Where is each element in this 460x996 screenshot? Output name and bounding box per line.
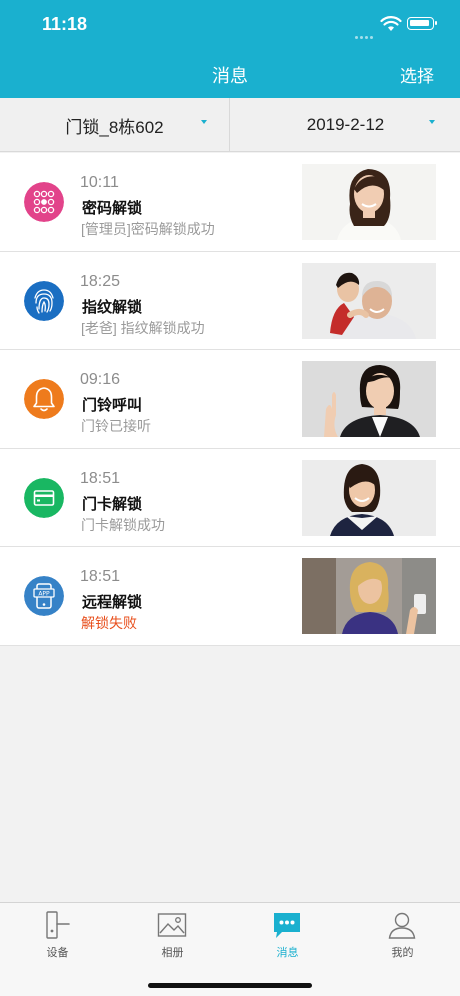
message-time: 09:16	[80, 371, 121, 388]
message-type: 远程解锁	[82, 594, 143, 611]
businesswoman-photo[interactable]	[302, 361, 436, 437]
photo-album-icon	[157, 913, 187, 937]
tab-messages[interactable]: 消息	[230, 903, 345, 967]
message-time: 18:25	[80, 272, 121, 290]
select-button[interactable]: 选择	[400, 62, 434, 87]
tab-bar: 设备 相册 消息 我的	[0, 902, 460, 996]
message-time: 18:51	[80, 469, 121, 487]
woman-phone-photo[interactable]	[302, 558, 436, 634]
message-description: 门铃已接听	[81, 418, 151, 434]
status-bar: 11:18	[0, 0, 460, 48]
date-filter-dropdown[interactable]: 2019-2-12	[231, 98, 460, 152]
chat-bubble-icon	[274, 913, 300, 938]
message-row[interactable]: 18:25 指纹解锁 [老爸] 指纹解锁成功	[0, 252, 460, 350]
tab-device[interactable]: 设备	[0, 903, 115, 967]
card-icon	[24, 477, 64, 518]
navigation-bar: 消息 选择	[0, 48, 460, 98]
tab-profile[interactable]: 我的	[345, 903, 460, 967]
message-row[interactable]: 09:16 门铃呼叫 门铃已接听	[0, 350, 460, 449]
door-lock-icon	[46, 911, 70, 939]
tab-album[interactable]: 相册	[115, 903, 230, 967]
tab-label: 设备	[46, 947, 69, 959]
message-description: [老爸] 指纹解锁成功	[81, 319, 205, 336]
home-indicator	[148, 983, 312, 988]
date-filter-label: 2019-2-12	[306, 115, 385, 134]
person-icon	[388, 912, 416, 939]
message-row[interactable]: 18:51 门卡解锁 门卡解锁成功	[0, 449, 460, 547]
tab-label: 我的	[391, 947, 414, 959]
message-description: 门卡解锁成功	[81, 516, 165, 533]
svg-text:APP: APP	[38, 591, 50, 598]
message-list: 10:11 密码解锁 [管理员]密码解锁成功 18:25 指纹解锁 [老爸] 指…	[0, 153, 460, 646]
message-description: 解锁失败	[81, 615, 137, 631]
device-filter-dropdown[interactable]: 门锁_8栋602	[0, 98, 230, 152]
message-type: 门铃呼叫	[82, 397, 143, 414]
dropdown-caret-icon	[201, 120, 207, 124]
dropdown-caret-icon	[429, 120, 435, 124]
page-title: 消息	[212, 66, 248, 86]
message-type: 密码解锁	[82, 200, 143, 217]
message-description: [管理员]密码解锁成功	[81, 221, 215, 237]
message-row[interactable]: 10:11 密码解锁 [管理员]密码解锁成功	[0, 153, 460, 252]
grandfather-child-photo[interactable]	[302, 262, 436, 339]
tab-label: 消息	[276, 947, 299, 959]
message-time: 18:51	[80, 568, 121, 585]
bell-icon	[24, 379, 64, 419]
schoolgirl-photo[interactable]	[302, 459, 436, 536]
message-type: 门卡解锁	[82, 495, 143, 513]
keypad-icon	[24, 182, 64, 222]
message-type: 指纹解锁	[82, 298, 143, 316]
cellular-signal-icon	[355, 26, 377, 39]
device-filter-label: 门锁_8栋602	[65, 117, 164, 137]
tab-label: 相册	[161, 947, 184, 959]
filter-bar: 门锁_8栋602 2019-2-12	[0, 98, 460, 152]
message-time: 10:11	[80, 174, 119, 191]
fingerprint-icon	[24, 280, 64, 321]
woman-smiling-photo[interactable]	[302, 164, 436, 240]
status-time: 11:18	[42, 14, 88, 34]
app-phone-icon: APP	[24, 576, 64, 616]
battery-icon	[407, 17, 437, 30]
message-row[interactable]: APP 18:51 远程解锁 解锁失败	[0, 547, 460, 646]
wifi-icon	[380, 16, 402, 31]
